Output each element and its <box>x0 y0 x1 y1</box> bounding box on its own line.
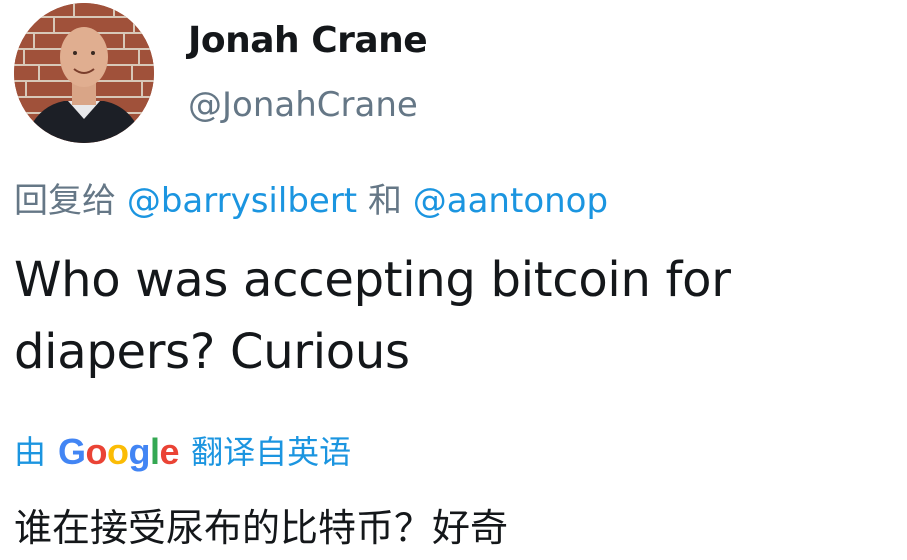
translated-by-label: 由 <box>14 433 47 471</box>
reply-prefix: 回复给 <box>14 181 116 221</box>
mention-barrysilbert[interactable]: @barrysilbert <box>127 181 357 221</box>
author-names: Jonah Crane @JonahCrane <box>188 17 428 127</box>
author-handle[interactable]: @JonahCrane <box>188 83 427 127</box>
translated-from-label: 翻译自英语 <box>191 433 352 471</box>
google-logo: Google <box>58 428 180 476</box>
google-logo-letter: G <box>58 431 86 472</box>
avatar[interactable] <box>14 3 154 143</box>
reply-context: 回复给 @barrysilbert 和 @aantonop <box>14 178 608 224</box>
tweet-header: Jonah Crane @JonahCrane <box>14 3 894 143</box>
avatar-photo <box>14 3 154 143</box>
author-display-name[interactable]: Jonah Crane <box>188 17 428 65</box>
google-logo-letter: o <box>85 431 108 472</box>
tweet-text: Who was accepting bitcoin for diapers? C… <box>14 252 731 380</box>
tweet-card: Jonah Crane @JonahCrane 回复给 @barrysilber… <box>0 0 907 560</box>
translate-attribution[interactable]: 由 Google 翻译自英语 <box>14 428 351 476</box>
google-logo-letter: l <box>150 431 160 472</box>
google-logo-letter: g <box>128 431 151 472</box>
google-logo-letter: o <box>107 431 129 472</box>
mention-aantonop[interactable]: @aantonop <box>413 181 608 221</box>
google-logo-letter: e <box>159 431 180 472</box>
translated-tweet-text: 谁在接受尿布的比特币？好奇 <box>14 506 509 550</box>
reply-conjunction: 和 <box>367 181 402 221</box>
